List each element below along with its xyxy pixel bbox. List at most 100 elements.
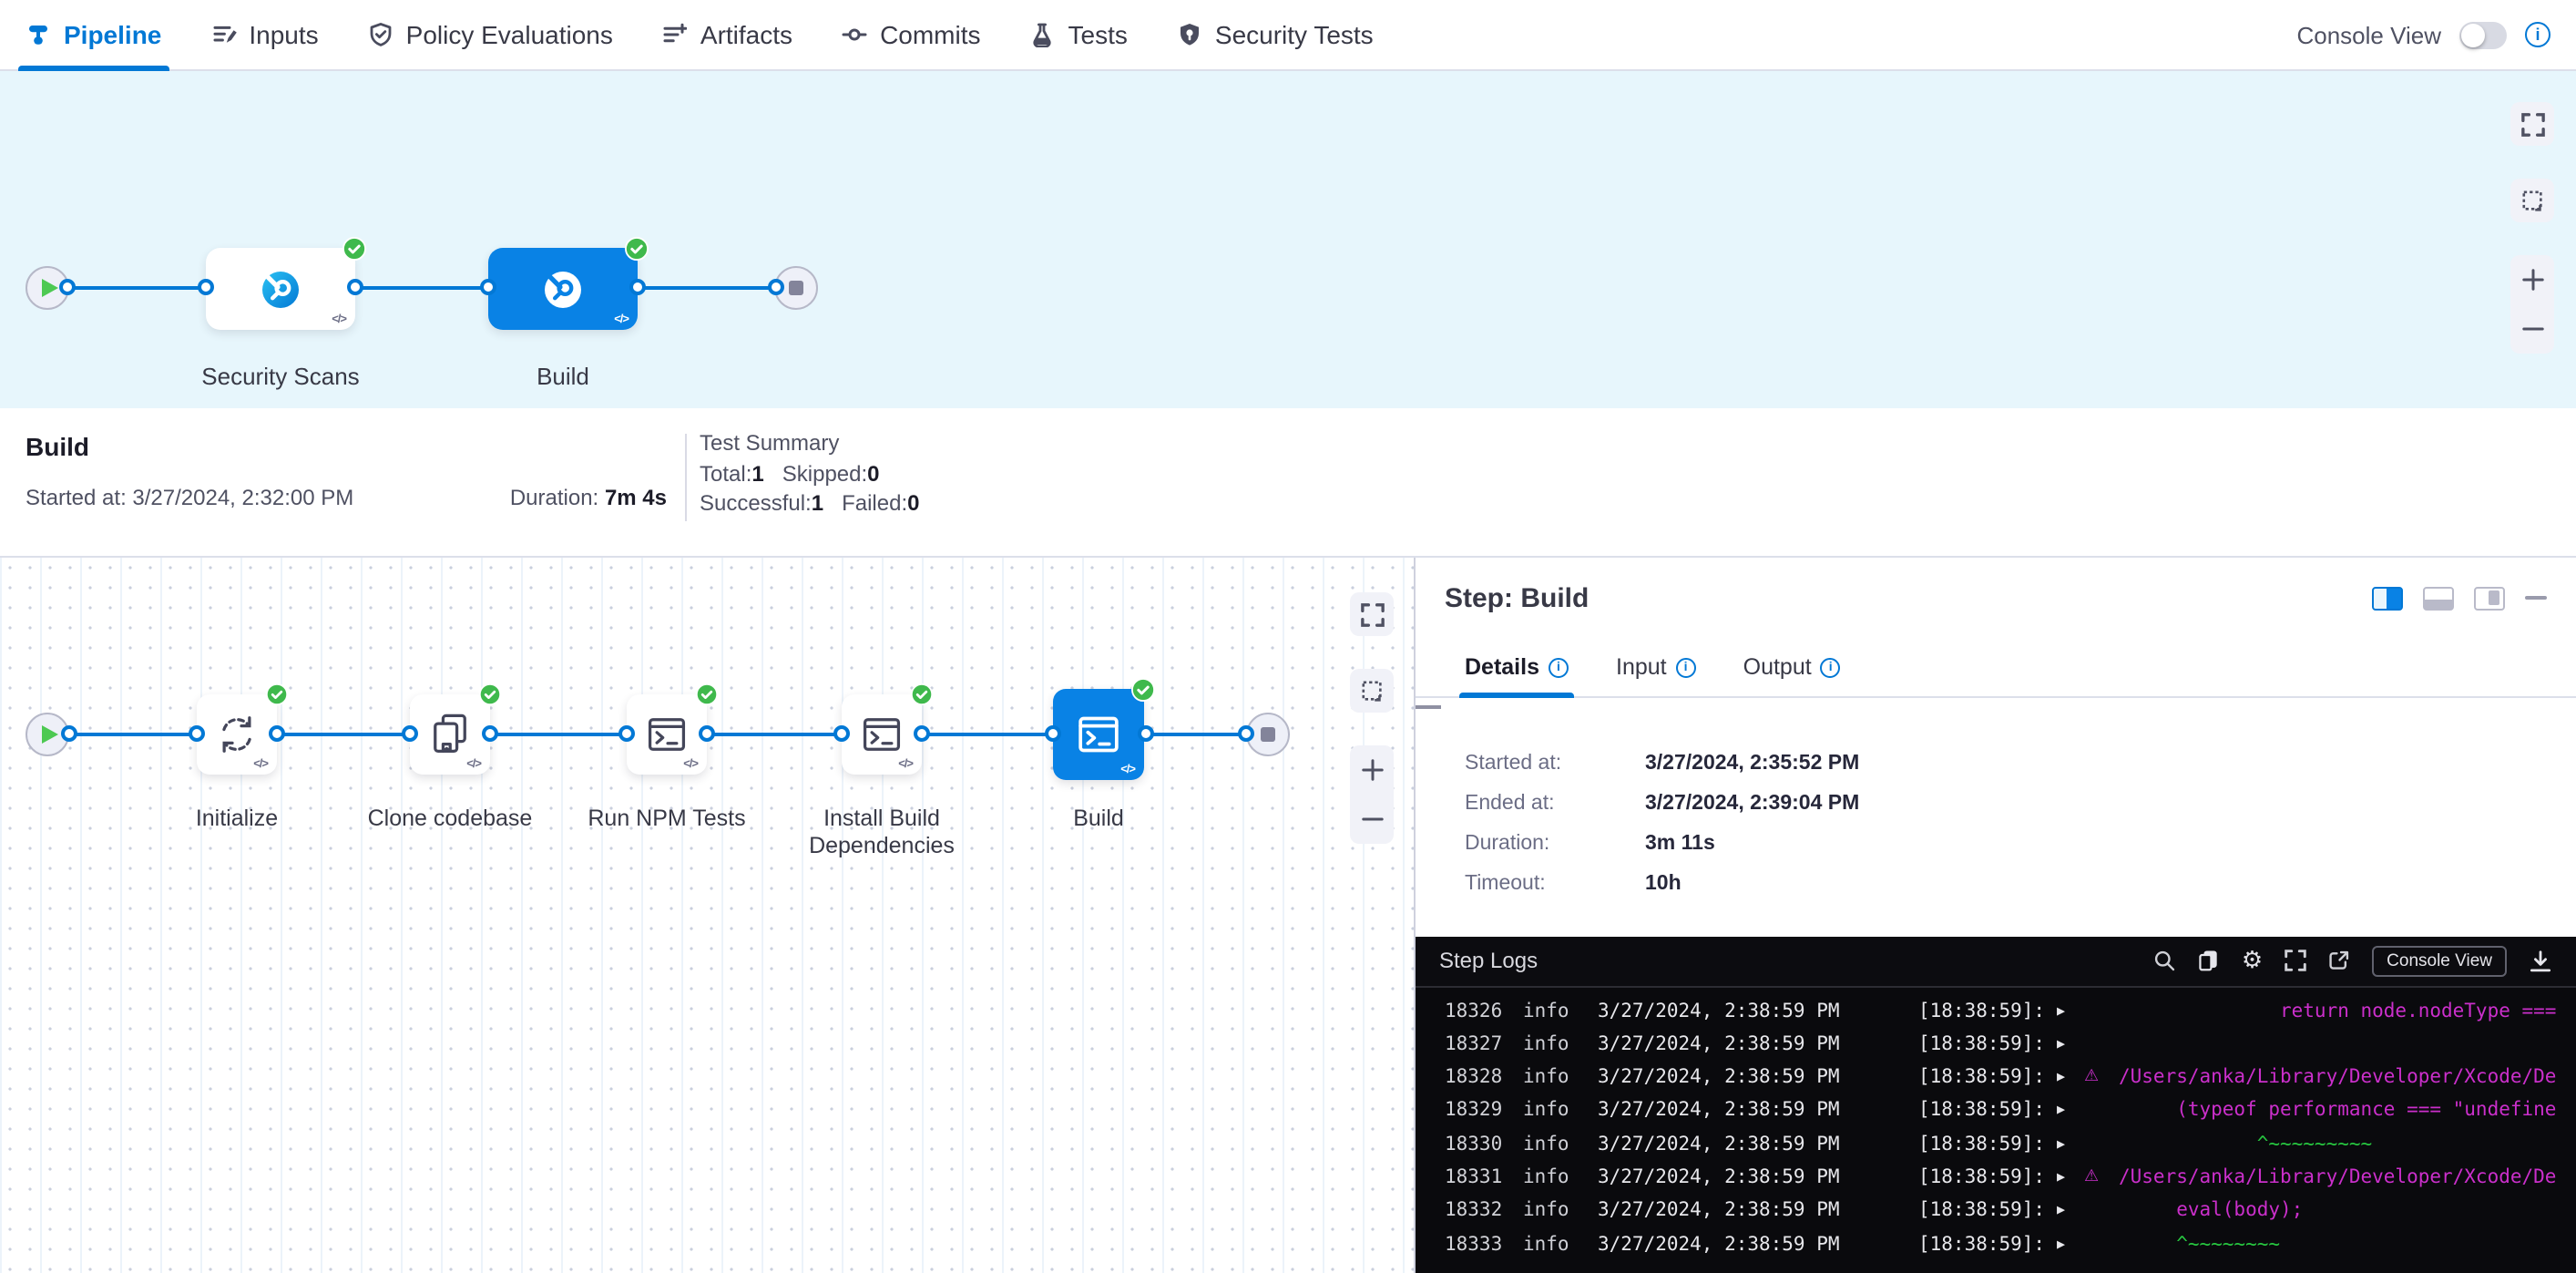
zoom-out-button[interactable]: [2510, 304, 2554, 354]
open-external-icon[interactable]: [2328, 950, 2350, 972]
step-node-run-npm-tests[interactable]: </>: [627, 694, 707, 775]
console-view-toggle[interactable]: [2459, 21, 2507, 48]
port: [59, 278, 76, 294]
copy-icon[interactable]: [2198, 950, 2220, 972]
log-level: info: [1523, 1094, 1598, 1128]
port: [480, 278, 496, 294]
port: [699, 725, 715, 742]
tab-tests[interactable]: Tests: [1030, 0, 1128, 69]
step-node-initialize[interactable]: </>: [197, 694, 277, 775]
step-node-clone-codebase[interactable]: </>: [410, 694, 490, 775]
fullscreen-icon[interactable]: [2285, 950, 2306, 972]
log-time: [18:38:59]:: [1918, 1061, 2057, 1094]
artifacts-icon: [662, 22, 688, 47]
layout-right-view-icon[interactable]: [2372, 586, 2403, 610]
tab-pipeline[interactable]: Pipeline: [26, 0, 161, 69]
console-view-button[interactable]: Console View: [2372, 946, 2507, 977]
warning-icon: ⚠: [2084, 1061, 2119, 1094]
step-node-label[interactable]: Build: [1007, 806, 1190, 833]
panel-resize-handle[interactable]: [1416, 705, 1441, 709]
log-time: [18:38:59]:: [1918, 1227, 2057, 1261]
expand-arrow-icon[interactable]: ▶: [2057, 1061, 2084, 1094]
zoom-in-button[interactable]: [1350, 745, 1394, 795]
tests-successful: 1: [812, 490, 823, 516]
info-icon[interactable]: i: [2525, 22, 2550, 47]
log-row[interactable]: 18326info3/27/2024, 2:38:59 PM[18:38:59]…: [1416, 994, 2576, 1028]
expand-arrow-icon[interactable]: ▶: [2057, 1161, 2084, 1195]
success-check-icon: [266, 683, 288, 705]
layout-float-view-icon[interactable]: [2474, 586, 2505, 610]
step-details-panel: Step: Build Details i Input i: [1414, 558, 2576, 1273]
log-row[interactable]: 18327info3/27/2024, 2:38:59 PM[18:38:59]…: [1416, 1028, 2576, 1062]
info-icon[interactable]: i: [1549, 657, 1569, 677]
code-badge: </>: [253, 758, 268, 771]
log-row[interactable]: 18331info3/27/2024, 2:38:59 PM[18:38:59]…: [1416, 1161, 2576, 1195]
step-logs-title: Step Logs: [1439, 949, 1538, 974]
tab-artifacts[interactable]: Artifacts: [662, 0, 792, 69]
select-area-button[interactable]: [1350, 669, 1394, 713]
stage-node-build[interactable]: </>: [488, 248, 638, 330]
tab-input[interactable]: Input i: [1616, 638, 1696, 696]
layout-bottom-view-icon[interactable]: [2423, 586, 2454, 610]
info-icon[interactable]: i: [1821, 657, 1841, 677]
log-row[interactable]: 18333info3/27/2024, 2:38:59 PM[18:38:59]…: [1416, 1227, 2576, 1261]
stage-node-label[interactable]: Security Scans: [188, 363, 373, 390]
step-details-list: Started at: 3/27/2024, 2:35:52 PM Ended …: [1416, 698, 2576, 937]
fullscreen-button[interactable]: [2510, 102, 2554, 146]
log-row[interactable]: 18330info3/27/2024, 2:38:59 PM[18:38:59]…: [1416, 1127, 2576, 1161]
info-icon[interactable]: i: [1676, 657, 1696, 677]
settings-gear-icon[interactable]: ⚙: [2242, 950, 2263, 973]
step-node-build[interactable]: </>: [1053, 689, 1144, 780]
log-row[interactable]: 18332info3/27/2024, 2:38:59 PM[18:38:59]…: [1416, 1195, 2576, 1228]
expand-arrow-icon[interactable]: ▶: [2057, 1227, 2084, 1261]
fullscreen-button[interactable]: [1350, 592, 1394, 636]
tab-details[interactable]: Details i: [1465, 638, 1569, 696]
warning-icon: [2084, 1195, 2119, 1228]
log-time: [18:38:59]:: [1918, 1127, 2057, 1161]
step-node-label[interactable]: Initialize: [146, 806, 328, 833]
stage-node-label[interactable]: Build: [488, 363, 638, 390]
stage-node-security-scans[interactable]: </>: [206, 248, 355, 330]
log-time: [18:38:59]:: [1918, 1195, 2057, 1228]
detail-row: Started at: 3/27/2024, 2:35:52 PM: [1465, 751, 2547, 776]
step-node-label[interactable]: Clone codebase: [359, 806, 541, 833]
expand-arrow-icon[interactable]: ▶: [2057, 1094, 2084, 1128]
tab-security-tests[interactable]: Security Tests: [1177, 0, 1374, 69]
step-graph-canvas[interactable]: </> Initialize </> Clone codebase: [0, 558, 1414, 1273]
security-tests-shield-icon: [1177, 22, 1202, 47]
log-message: /Users/anka/Library/Developer/Xcode/De: [2119, 1161, 2576, 1195]
zoom-in-button[interactable]: [2510, 255, 2554, 304]
stage-summary-main: Build Started at: 3/27/2024, 2:32:00 PM …: [26, 432, 667, 510]
step-logs-body[interactable]: 18326info3/27/2024, 2:38:59 PM[18:38:59]…: [1416, 987, 2576, 1273]
test-summary-title: Test Summary: [700, 428, 920, 458]
expand-arrow-icon[interactable]: ▶: [2057, 1195, 2084, 1228]
detail-row: Ended at: 3/27/2024, 2:39:04 PM: [1465, 791, 2547, 816]
expand-arrow-icon[interactable]: ▶: [2057, 1127, 2084, 1161]
success-check-icon: [625, 237, 649, 261]
step-node-label[interactable]: Run NPM Tests: [567, 806, 767, 833]
expand-arrow-icon[interactable]: ▶: [2057, 1028, 2084, 1062]
stage-graph-canvas[interactable]: </> Security Scans </> Build: [0, 71, 2576, 408]
step-node-install-build-dependencies[interactable]: </>: [842, 694, 922, 775]
select-area-button[interactable]: [2510, 179, 2554, 222]
tab-output[interactable]: Output i: [1743, 638, 1841, 696]
play-icon: [42, 725, 58, 744]
port: [914, 725, 930, 742]
download-icon[interactable]: [2529, 950, 2552, 973]
search-icon[interactable]: [2154, 950, 2176, 972]
port: [61, 725, 77, 742]
log-line-number: 18328: [1445, 1061, 1523, 1094]
step-node-label[interactable]: Install Build Dependencies: [787, 806, 976, 860]
tab-inputs[interactable]: Inputs: [210, 0, 318, 69]
log-row[interactable]: 18329info3/27/2024, 2:38:59 PM[18:38:59]…: [1416, 1094, 2576, 1128]
minimize-panel-icon[interactable]: [2525, 596, 2547, 601]
test-summary: Test Summary Total:1Skipped:0 Successful…: [700, 428, 920, 518]
zoom-out-button[interactable]: [1350, 795, 1394, 844]
port: [402, 725, 418, 742]
tab-policy-evaluations[interactable]: Policy Evaluations: [368, 0, 613, 69]
expand-arrow-icon[interactable]: ▶: [2057, 994, 2084, 1028]
log-row[interactable]: 18328info3/27/2024, 2:38:59 PM[18:38:59]…: [1416, 1061, 2576, 1094]
tab-commits[interactable]: Commits: [842, 0, 980, 69]
log-level: info: [1523, 1127, 1598, 1161]
port: [269, 725, 285, 742]
